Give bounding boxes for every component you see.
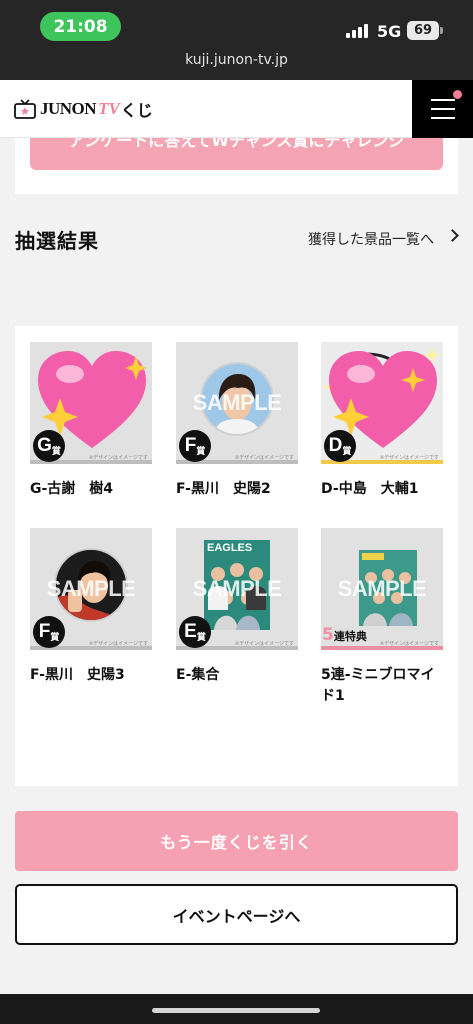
sample-watermark: SAMPLE bbox=[192, 576, 282, 601]
redraw-button[interactable]: もう一度くじを引く bbox=[15, 811, 458, 871]
site-header: JUNON TV くじ bbox=[0, 80, 473, 138]
bonus-tag: 5連特典 bbox=[322, 625, 367, 645]
tv-icon bbox=[14, 99, 36, 119]
item-label: G-古謝 樹4 bbox=[30, 481, 114, 497]
item-label: 5連-ミニブロマイド1 bbox=[321, 667, 435, 704]
result-item[interactable]: SAMPLE ※デザインはイメージです 5連特典 5連-ミニブロマイド1 bbox=[321, 528, 443, 707]
logo-kuji-text: くじ bbox=[120, 101, 153, 120]
survey-button[interactable]: アンケートに答えてWチャンス賞にチャレンジ bbox=[30, 138, 443, 170]
badge-letter: D bbox=[328, 435, 343, 456]
chevron-right-icon[interactable] bbox=[446, 229, 459, 242]
hamburger-icon-bar bbox=[431, 108, 455, 110]
status-bar: 21:08 5G 69 kuji.junon-tv.jp bbox=[0, 0, 473, 80]
prize-rank-badge: D賞 bbox=[324, 430, 356, 462]
battery-tip bbox=[440, 27, 443, 34]
bonus-number: 5 bbox=[322, 625, 334, 645]
prize-list-link[interactable]: 獲得した景品一覧へ bbox=[308, 229, 434, 249]
network-type: 5G bbox=[377, 22, 402, 41]
notification-dot bbox=[453, 90, 462, 99]
item-label: D-中島 大輔1 bbox=[321, 481, 419, 497]
bonus-text: 連特典 bbox=[333, 630, 367, 643]
logo-junon-text: JUNON bbox=[40, 99, 97, 118]
sample-watermark: SAMPLE bbox=[46, 576, 136, 601]
item-thumbnail: ※デザインはイメージです G賞 bbox=[30, 342, 152, 464]
prize-rank-badge: F賞 bbox=[179, 430, 211, 462]
result-item[interactable]: SAMPLE ※デザインはイメージです F賞 F-黒川 史陽2 bbox=[176, 342, 298, 500]
badge-suffix: 賞 bbox=[50, 631, 60, 642]
results-grid: ※デザインはイメージです G賞 G-古謝 樹4 SAMPLE ※デザインはイメー… bbox=[15, 326, 458, 786]
item-thumbnail: SAMPLE ※デザインはイメージです F賞 bbox=[176, 342, 298, 464]
item-label: F-黒川 史陽3 bbox=[30, 667, 125, 683]
survey-card: アンケートに答えてWチャンス賞にチャレンジ bbox=[15, 138, 458, 194]
thumb-underline bbox=[321, 646, 443, 650]
event-page-button[interactable]: イベントページへ bbox=[15, 884, 458, 945]
result-item[interactable]: ※デザインはイメージです G賞 G-古謝 樹4 bbox=[30, 342, 152, 500]
badge-letter: E bbox=[184, 621, 197, 642]
result-item[interactable]: ※デザインはイメージです D賞 D-中島 大輔1 bbox=[321, 342, 443, 500]
site-logo[interactable]: JUNON TV くじ bbox=[14, 97, 153, 121]
badge-suffix: 賞 bbox=[196, 631, 206, 642]
item-thumbnail: ※デザインはイメージです D賞 bbox=[321, 342, 443, 464]
hamburger-icon-bar bbox=[431, 117, 455, 119]
badge-suffix: 賞 bbox=[342, 445, 352, 456]
menu-button[interactable] bbox=[412, 80, 473, 138]
result-item[interactable]: EAGLES SAMPLE ※デザインはイメージです E賞 E-集合 bbox=[176, 528, 298, 686]
item-label: F-黒川 史陽2 bbox=[176, 481, 271, 497]
hamburger-icon bbox=[431, 99, 455, 101]
item-label: E-集合 bbox=[176, 667, 220, 683]
badge-suffix: 賞 bbox=[196, 445, 206, 456]
sample-watermark: SAMPLE bbox=[192, 390, 282, 415]
result-item[interactable]: SAMPLE ※デザインはイメージです F賞 F-黒川 史陽3 bbox=[30, 528, 152, 686]
item-thumbnail: SAMPLE ※デザインはイメージです 5連特典 bbox=[321, 528, 443, 650]
section-title: 抽選結果 bbox=[15, 229, 99, 253]
badge-suffix: 賞 bbox=[51, 445, 61, 456]
sample-watermark: SAMPLE bbox=[337, 576, 427, 601]
home-indicator[interactable] bbox=[152, 1008, 320, 1013]
logo-tv-text: TV bbox=[98, 99, 120, 118]
signal-icon bbox=[346, 24, 370, 38]
photo-title: EAGLES bbox=[207, 542, 253, 554]
prize-rank-badge: E賞 bbox=[179, 616, 211, 648]
clock: 21:08 bbox=[40, 12, 121, 41]
item-thumbnail: EAGLES SAMPLE ※デザインはイメージです E賞 bbox=[176, 528, 298, 650]
item-thumbnail: SAMPLE ※デザインはイメージです F賞 bbox=[30, 528, 152, 650]
address-bar[interactable]: kuji.junon-tv.jp bbox=[0, 52, 473, 68]
battery-icon: 69 bbox=[407, 21, 439, 40]
badge-letter: F bbox=[184, 435, 197, 456]
prize-rank-badge: F賞 bbox=[33, 616, 65, 648]
badge-letter: F bbox=[38, 621, 51, 642]
prize-rank-badge: G賞 bbox=[33, 430, 65, 462]
badge-letter: G bbox=[37, 435, 52, 456]
